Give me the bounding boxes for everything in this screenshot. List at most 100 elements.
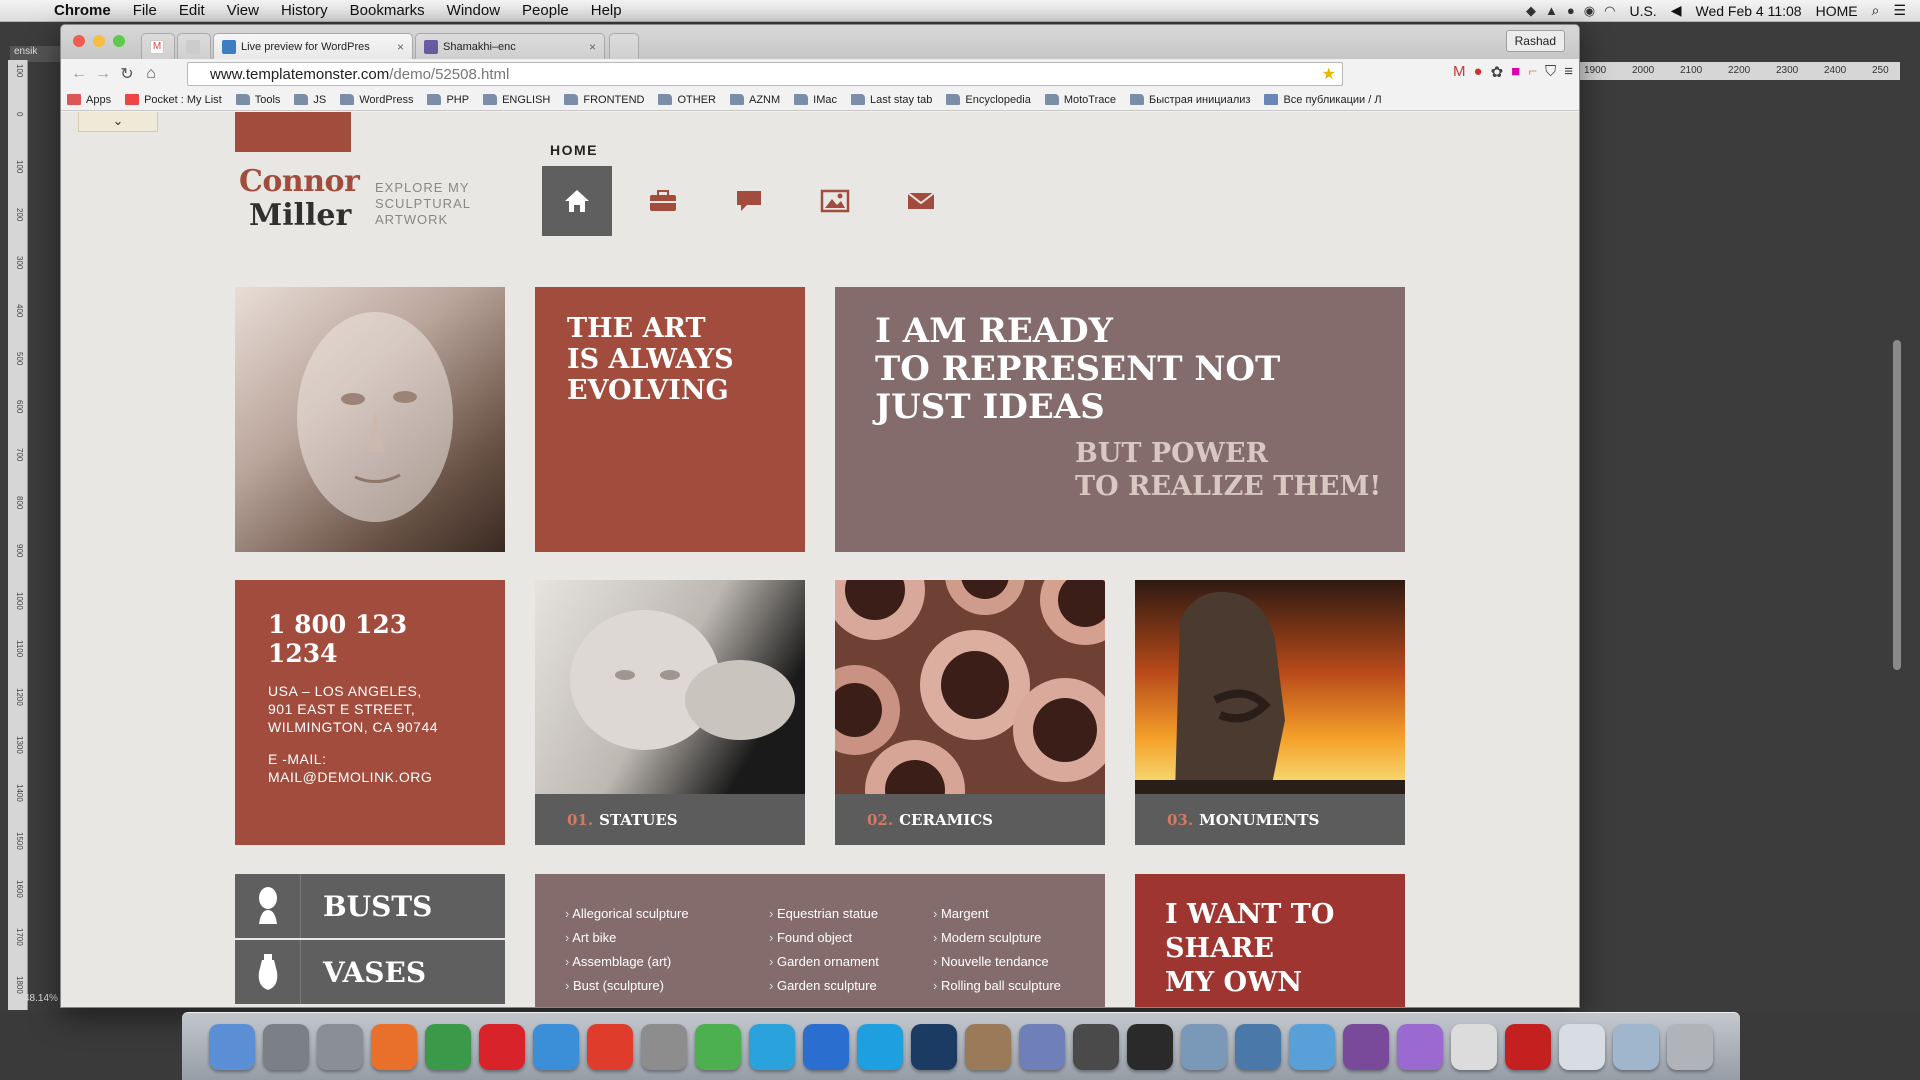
menu-view[interactable]: View [227, 2, 259, 19]
yandex-icon[interactable] [587, 1023, 633, 1070]
close-window-button[interactable] [73, 35, 85, 47]
bookmark-folder[interactable]: Last stay tab [851, 94, 932, 106]
logo-first-name[interactable]: Connor [239, 164, 360, 199]
telegram-icon[interactable] [749, 1023, 795, 1070]
textedit-icon[interactable] [1451, 1023, 1497, 1070]
nav-home[interactable] [542, 166, 612, 236]
list-item[interactable]: Art bike [565, 926, 689, 950]
notification-icon[interactable]: ◉ [1584, 3, 1595, 19]
category-ceramics[interactable]: 02. CERAMICS [810, 535, 1130, 845]
panel-toggle[interactable]: ⌄ [78, 112, 158, 132]
menu-history[interactable]: History [281, 2, 328, 19]
safari-icon[interactable] [533, 1023, 579, 1070]
art-evolving-tile[interactable]: THE ART IS ALWAYS EVOLVING [535, 287, 805, 552]
clock[interactable]: Wed Feb 4 11:08 [1695, 3, 1801, 19]
tab-pinned[interactable] [177, 33, 211, 59]
bookmark-folder[interactable]: Быстрая инициализ [1129, 94, 1250, 106]
reload-icon[interactable]: ↻ [115, 64, 139, 84]
user-home[interactable]: HOME [1816, 3, 1858, 19]
address-bar[interactable]: www.templatemonster.com/demo/52508.html … [187, 62, 1343, 86]
teamviewer-icon[interactable] [803, 1023, 849, 1070]
new-tab-button[interactable] [609, 33, 639, 59]
close-tab-icon[interactable]: × [583, 40, 596, 54]
tab-shamakhi[interactable]: Shamakhi–enc × [415, 33, 605, 59]
bust-sculpture-image[interactable] [235, 287, 505, 552]
bookmark-folder[interactable]: ENGLISH [483, 94, 550, 106]
ps-scrollbar[interactable] [1893, 340, 1901, 670]
volume-icon[interactable]: ◀ [1671, 2, 1682, 19]
chrome-menu-icon[interactable]: ≡ [1564, 63, 1573, 81]
wunderlist-icon[interactable] [1289, 1023, 1335, 1070]
firefox-icon[interactable] [371, 1023, 417, 1070]
tab-gmail[interactable]: M [141, 33, 175, 59]
list-item[interactable]: Garden sculpture [769, 974, 879, 998]
share-tile[interactable]: I WANT TO SHARE MY OWN [1135, 874, 1405, 1007]
minimize-window-button[interactable] [93, 35, 105, 47]
close-tab-icon[interactable]: × [391, 40, 404, 54]
list-item[interactable]: Garden ornament [769, 950, 879, 974]
downloads-icon[interactable] [1613, 1023, 1659, 1070]
wifi-icon[interactable]: ◠ [1604, 3, 1615, 19]
bookmark-pocket[interactable]: Pocket : My List [125, 94, 222, 106]
bookmark-apps[interactable]: Apps [67, 94, 111, 106]
bookmark-folder[interactable]: FRONTEND [564, 94, 644, 106]
tab-live-preview[interactable]: Live preview for WordPres × [213, 33, 413, 59]
drive-icon[interactable]: ▲ [1545, 3, 1558, 19]
mysql-workbench-icon[interactable] [1235, 1023, 1281, 1070]
bookmark-folder[interactable]: Tools [235, 94, 280, 106]
bookmark-folder[interactable]: Encyclopedia [946, 94, 1031, 106]
gmail-checker-icon[interactable]: M [1453, 63, 1466, 81]
nav-gallery[interactable] [800, 166, 870, 236]
list-item[interactable]: Nouvelle tendance [933, 950, 1061, 974]
category-monuments[interactable]: 03. MONUMENTS [1135, 580, 1405, 845]
nav-blog[interactable] [714, 166, 784, 236]
php-icon[interactable] [1019, 1023, 1065, 1070]
evernote-icon[interactable] [695, 1023, 741, 1070]
tools-extension-icon[interactable]: ⌐ [1528, 63, 1537, 81]
skype-icon[interactable] [857, 1023, 903, 1070]
dropbox-icon[interactable]: ◆ [1526, 3, 1536, 19]
bookmark-star-icon[interactable]: ★ [1322, 64, 1336, 84]
side-category-vases[interactable]: VASES [235, 940, 505, 1004]
preview-icon[interactable] [965, 1023, 1011, 1070]
nav-contacts[interactable] [886, 166, 956, 236]
menu-edit[interactable]: Edit [179, 2, 205, 19]
home-button-icon[interactable]: ⌂ [139, 65, 163, 83]
list-item[interactable]: Bust (sculpture) [565, 974, 689, 998]
spotlight-icon[interactable]: ⌕ [1872, 2, 1880, 19]
menu-file[interactable]: File [133, 2, 157, 19]
color-picker-icon[interactable]: ■ [1511, 63, 1520, 81]
trash-icon[interactable] [1667, 1023, 1713, 1070]
system-preferences-icon[interactable] [317, 1023, 363, 1070]
bookmark-folder[interactable]: MotoTrace [1044, 94, 1116, 106]
contact-tile[interactable]: 1 800 123 1234 USA – LOS ANGELES, 901 EA… [235, 580, 505, 845]
adblock-icon[interactable]: ● [1474, 63, 1483, 81]
sublime-icon[interactable] [1073, 1023, 1119, 1070]
list-item[interactable]: Allegorical sculpture [565, 902, 688, 926]
opera-icon[interactable] [479, 1023, 525, 1070]
menu-chrome[interactable]: Chrome [54, 2, 111, 19]
side-category-busts[interactable]: BUSTS [235, 874, 505, 938]
filezilla-icon[interactable] [1505, 1023, 1551, 1070]
menu-help[interactable]: Help [591, 2, 622, 19]
github-icon[interactable] [1343, 1023, 1389, 1070]
logo-last-name[interactable]: Miller [249, 198, 351, 233]
list-item[interactable]: Found object [769, 926, 879, 950]
mysql-icon[interactable] [1181, 1023, 1227, 1070]
contact-email[interactable]: MAIL@DEMOLINK.ORG [268, 768, 472, 786]
page-viewport[interactable]: ⌄ Connor Miller EXPLORE MY SCULPTURAL AR… [61, 112, 1579, 1007]
list-item[interactable]: Rolling ball sculpture [933, 974, 1061, 998]
bookmark-folder[interactable]: OTHER [658, 94, 716, 106]
menu-window[interactable]: Window [447, 2, 500, 19]
forward-icon[interactable]: → [91, 65, 115, 83]
menu-people[interactable]: People [522, 2, 569, 19]
zoom-window-button[interactable] [113, 35, 125, 47]
calculator-icon[interactable] [641, 1023, 687, 1070]
back-icon[interactable]: ← [67, 65, 91, 83]
ready-tile[interactable]: I AM READY TO REPRESENT NOT JUST IDEAS B… [835, 287, 1405, 552]
skype-tray-icon[interactable]: ● [1567, 3, 1575, 19]
category-statues[interactable]: 01. STATUES [535, 580, 805, 845]
bookmark-folder[interactable]: AZNM [729, 94, 780, 106]
ps-zoom-level[interactable]: 48.14% [24, 993, 58, 1004]
launchpad-icon[interactable] [263, 1023, 309, 1070]
